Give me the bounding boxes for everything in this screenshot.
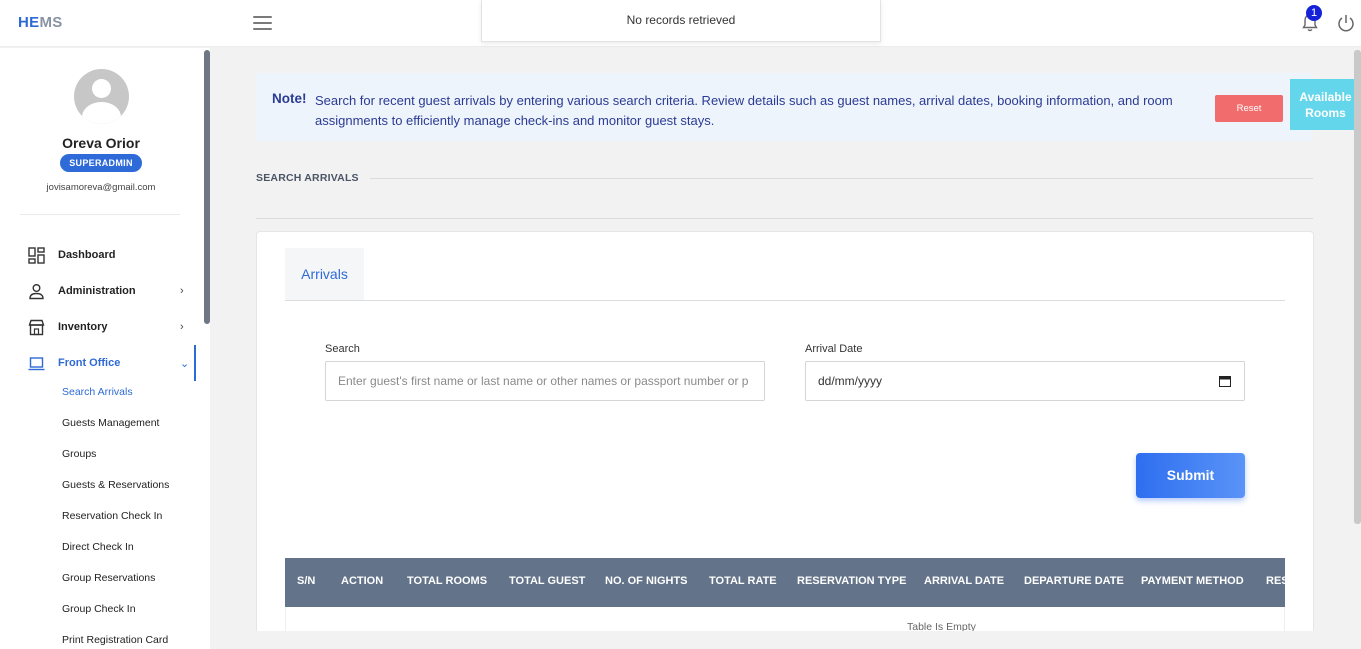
- note-title: Note!: [272, 91, 307, 106]
- sidebar-subitem-group-check-in[interactable]: Group Check In: [62, 603, 136, 615]
- column-header-no-of-nights[interactable]: NO. OF NIGHTS: [605, 575, 688, 587]
- section-divider-bottom: [256, 218, 1313, 219]
- search-input[interactable]: Enter guest's first name or last name or…: [325, 361, 765, 401]
- chevron-right-icon: ›: [180, 321, 184, 333]
- sidebar-item-front-office[interactable]: Front Office ⌄: [0, 345, 196, 381]
- tab-arrivals[interactable]: Arrivals: [285, 248, 364, 300]
- sidebar-subitem-groups[interactable]: Groups: [62, 448, 96, 460]
- chevron-down-icon: ⌄: [180, 358, 190, 370]
- section-divider: [370, 178, 1313, 179]
- column-header-payment-method[interactable]: PAYMENT METHOD: [1141, 575, 1244, 587]
- sidebar-item-administration[interactable]: Administration ›: [0, 273, 196, 309]
- sidebar-subitem-reservation-check-in[interactable]: Reservation Check In: [62, 510, 162, 522]
- column-header-res[interactable]: RES: [1266, 575, 1285, 587]
- sidebar-subitem-print-registration-card[interactable]: Print Registration Card: [62, 634, 168, 646]
- laptop-icon: [28, 357, 45, 371]
- user-name: Oreva Orior: [62, 135, 140, 151]
- column-header-action[interactable]: ACTION: [341, 575, 383, 587]
- table-header: S/N ACTION TOTAL ROOMS TOTAL GUEST NO. O…: [285, 558, 1285, 607]
- page-bottom-strip: [210, 631, 1361, 649]
- tab-divider: [285, 300, 1285, 301]
- column-header-arrival-date[interactable]: ARRIVAL DATE: [924, 575, 1004, 587]
- sidebar-scrollbar[interactable]: [204, 48, 210, 649]
- sidebar-item-label: Dashboard: [58, 249, 116, 261]
- column-header-total-rate[interactable]: TOTAL RATE: [709, 575, 777, 587]
- note-banner: Note! Search for recent guest arrivals b…: [256, 73, 1313, 141]
- arrival-date-field[interactable]: dd/mm/yyyy: [805, 361, 1245, 401]
- sidebar-subitem-direct-check-in[interactable]: Direct Check In: [62, 541, 134, 553]
- table-empty-row: [285, 607, 1285, 631]
- toast-message: No records retrieved: [481, 0, 881, 42]
- column-header-total-rooms[interactable]: TOTAL ROOMS: [407, 575, 487, 587]
- sidebar-subitem-group-reservations[interactable]: Group Reservations: [62, 572, 155, 584]
- column-header-total-guest[interactable]: TOTAL GUEST: [509, 575, 585, 587]
- logo-text-ms: MS: [39, 14, 63, 31]
- app-logo[interactable]: HEMS: [18, 14, 63, 31]
- available-rooms-button[interactable]: Available Rooms: [1290, 79, 1361, 130]
- logo-text-he: HE: [18, 14, 40, 31]
- calendar-icon[interactable]: [1219, 375, 1231, 387]
- reset-button[interactable]: Reset: [1215, 95, 1283, 122]
- sidebar-divider: [20, 214, 180, 215]
- sidebar-item-label: Inventory: [58, 321, 108, 333]
- menu-toggle-button[interactable]: [253, 16, 272, 30]
- note-text: Search for recent guest arrivals by ente…: [315, 93, 1173, 128]
- sidebar-subitem-guests-reservations[interactable]: Guests & Reservations: [62, 479, 169, 491]
- sidebar-subitem-search-arrivals[interactable]: Search Arrivals: [62, 386, 133, 398]
- main-scrollbar-thumb[interactable]: [1354, 50, 1361, 524]
- power-icon[interactable]: [1336, 13, 1356, 33]
- sidebar-item-label: Administration: [58, 285, 136, 297]
- section-title: SEARCH ARRIVALS: [256, 172, 359, 184]
- store-icon: [28, 319, 45, 336]
- avatar: [74, 69, 129, 124]
- search-label: Search: [325, 343, 360, 355]
- main-scrollbar[interactable]: [1354, 48, 1361, 649]
- chevron-right-icon: ›: [180, 285, 184, 297]
- role-badge: SUPERADMIN: [60, 154, 142, 172]
- sidebar-item-dashboard[interactable]: Dashboard: [0, 237, 196, 273]
- notification-badge: 1: [1306, 5, 1322, 21]
- person-icon: [29, 284, 44, 300]
- column-header-departure-date[interactable]: DEPARTURE DATE: [1024, 575, 1124, 587]
- column-header-sn[interactable]: S/N: [297, 575, 315, 587]
- dashboard-icon: [28, 247, 45, 264]
- sidebar-subitem-guests-management[interactable]: Guests Management: [62, 417, 159, 429]
- sidebar: Oreva Orior SUPERADMIN jovisamoreva@gmai…: [0, 48, 205, 649]
- hamburger-icon: [253, 16, 272, 18]
- sidebar-item-inventory[interactable]: Inventory ›: [0, 309, 196, 345]
- column-header-reservation-type[interactable]: RESERVATION TYPE: [797, 575, 906, 587]
- arrival-date-label: Arrival Date: [805, 343, 863, 355]
- sidebar-item-label: Front Office: [58, 357, 121, 369]
- submit-button[interactable]: Submit: [1136, 453, 1245, 498]
- sidebar-scrollbar-thumb[interactable]: [204, 50, 210, 324]
- user-email: jovisamoreva@gmail.com: [46, 182, 156, 193]
